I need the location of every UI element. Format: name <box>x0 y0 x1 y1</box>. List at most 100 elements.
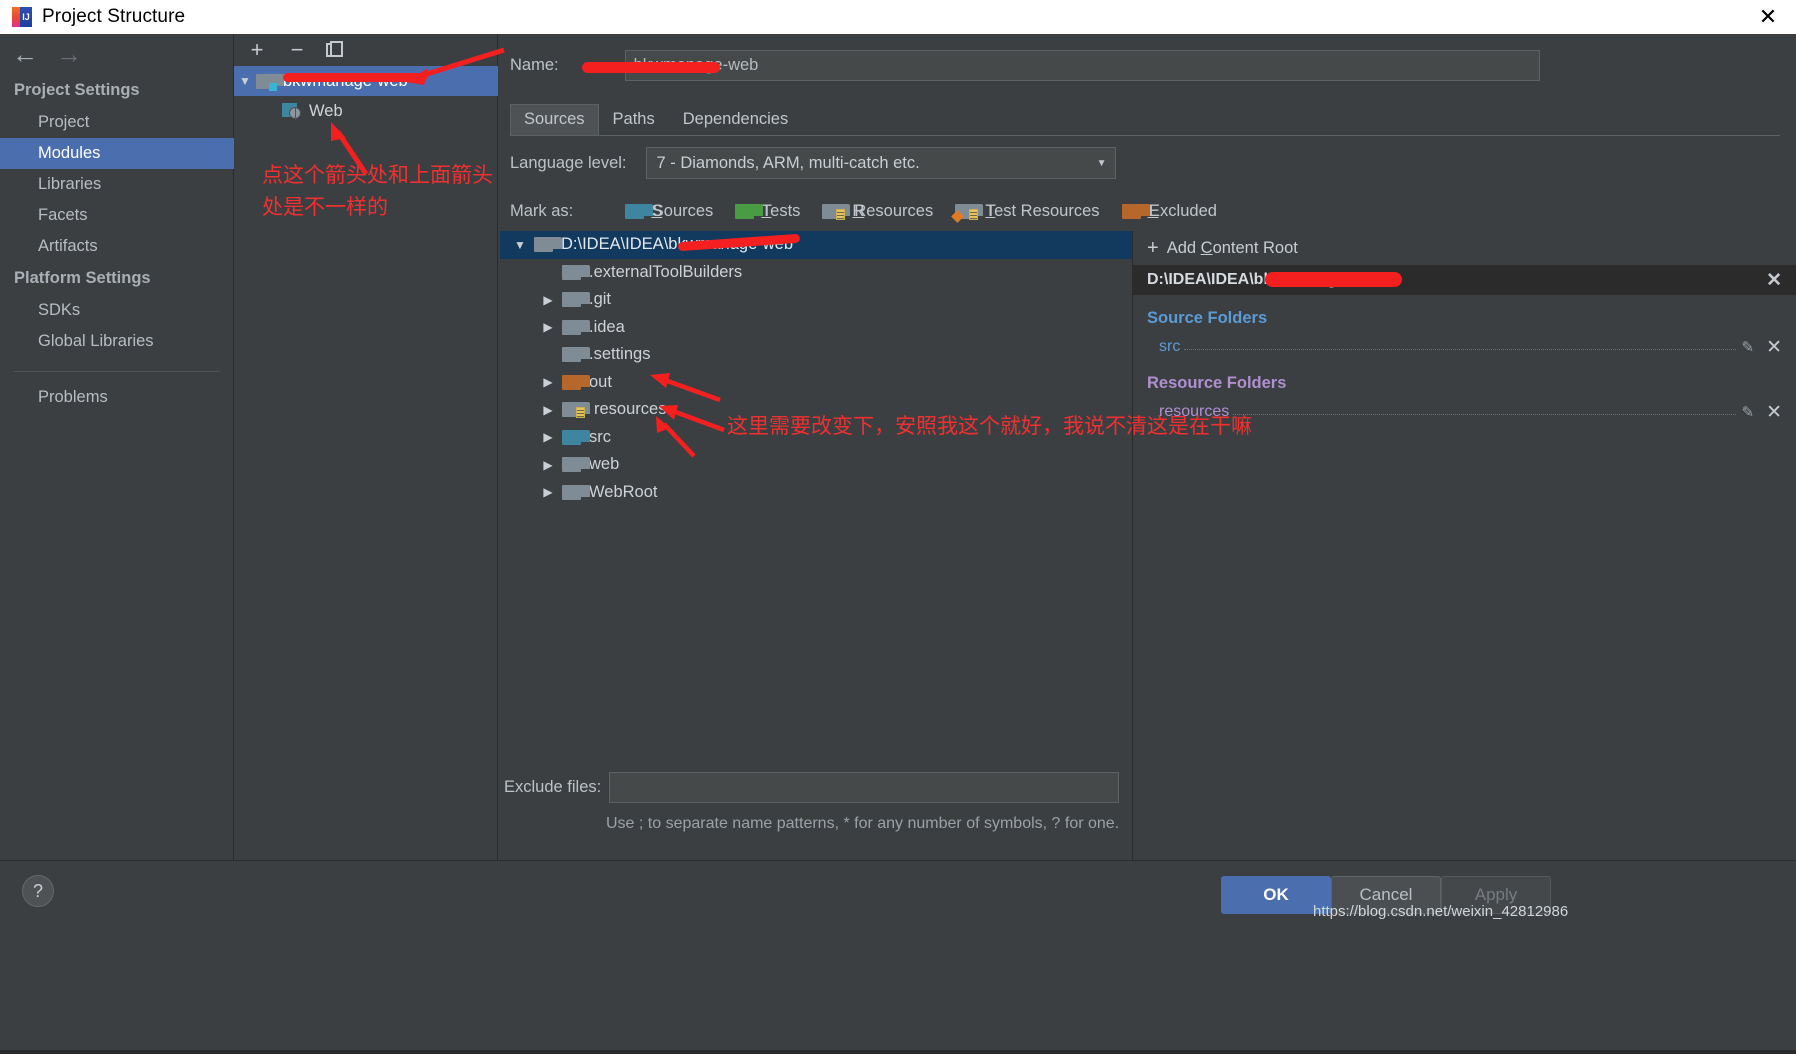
file-tree-row[interactable]: ▶ .git <box>500 286 1132 314</box>
gray-folder-icon <box>562 319 590 335</box>
blue-folder-icon <box>625 204 654 219</box>
file-tree-label: WebRoot <box>589 482 658 501</box>
module-tabs: Sources Paths Dependencies <box>510 104 1780 136</box>
gray-folder-icon <box>562 484 590 500</box>
mark-as-row: Mark as: SSources TTests RResources TTes… <box>510 202 1217 223</box>
mark-as-excluded-label: Excluded <box>1149 202 1217 220</box>
add-content-root-label: ontent Root <box>1212 238 1298 257</box>
exclude-files-hint: Use ; to separate name patterns, * for a… <box>606 815 1120 832</box>
help-button[interactable]: ? <box>22 875 54 907</box>
file-tree-row[interactable]: .externalToolBuilders <box>500 259 1132 287</box>
chevron-down-icon[interactable]: ▼ <box>1097 158 1107 169</box>
copy-module-icon[interactable] <box>326 41 344 59</box>
module-tree-row-root[interactable]: ▼ bkwmanage-web <box>234 66 498 96</box>
collapse-triangle-icon[interactable]: ▶ <box>534 485 562 499</box>
exclude-files-input[interactable] <box>609 772 1120 803</box>
remove-content-root-icon[interactable]: ✕ <box>1766 269 1782 292</box>
file-tree-row[interactable]: ▶ out <box>500 369 1132 397</box>
language-level-select[interactable]: 7 - Diamonds, ARM, multi-catch etc. ▼ <box>645 147 1116 179</box>
bottom-strip <box>0 1050 1796 1054</box>
mark-as-test-resources-button[interactable]: TTest Resources <box>951 202 1100 223</box>
file-tree-label: web <box>589 455 620 474</box>
tab-dependencies[interactable]: Dependencies <box>669 104 803 135</box>
collapse-triangle-icon[interactable]: ▶ <box>534 403 562 417</box>
source-folder-name: src <box>1159 338 1181 355</box>
sidebar-item-project[interactable]: Project <box>0 107 234 138</box>
add-content-root-mnemonic: C <box>1200 238 1213 257</box>
sidebar-item-artifacts[interactable]: Artifacts <box>0 231 234 262</box>
dialog-footer: ? OK Cancel Apply https://blog.csdn.net/… <box>0 860 1796 1054</box>
file-tree-row[interactable]: ▶ .idea <box>500 314 1132 342</box>
gray-folder-icon <box>562 347 590 363</box>
sidebar-item-sdks[interactable]: SDKs <box>0 295 234 326</box>
mark-as-tests-button[interactable]: TTests <box>735 202 800 221</box>
collapse-triangle-icon[interactable]: ▶ <box>534 375 562 389</box>
test-resources-folder-icon <box>951 204 984 223</box>
tab-sources[interactable]: Sources <box>510 104 599 135</box>
language-level-row: Language level: 7 - Diamonds, ARM, multi… <box>510 147 1116 179</box>
name-input[interactable]: bkwmanage-web <box>624 50 1540 81</box>
close-icon[interactable]: ✕ <box>1740 0 1796 34</box>
expand-triangle-icon[interactable]: ▼ <box>234 74 256 88</box>
source-folders-title: Source Folders <box>1147 309 1268 327</box>
collapse-triangle-icon[interactable]: ▶ <box>534 293 562 307</box>
language-level-value: 7 - Diamonds, ARM, multi-catch etc. <box>656 153 920 172</box>
sidebar-divider <box>14 371 220 372</box>
sidebar-heading-project-settings: Project Settings <box>14 81 140 99</box>
modules-tree: ▼ bkwmanage-web Web <box>234 66 498 126</box>
navigation-arrows: ← → <box>0 34 234 74</box>
source-folder-entry[interactable]: src ✎ ✕ <box>1133 334 1796 360</box>
gray-folder-icon <box>562 264 590 280</box>
pencil-icon[interactable]: ✎ <box>1742 338 1755 356</box>
module-folder-icon <box>256 73 284 91</box>
pencil-icon[interactable]: ✎ <box>1742 403 1755 421</box>
sidebar-item-global-libraries[interactable]: Global Libraries <box>0 326 234 357</box>
tab-paths[interactable]: Paths <box>599 104 669 135</box>
resources-folder-icon <box>822 204 851 220</box>
project-structure-dialog: IJ Project Structure ✕ ← → Project Setti… <box>0 0 1796 1054</box>
gray-folder-icon <box>562 292 590 308</box>
add-content-root-button[interactable]: + Add Content Root <box>1133 231 1796 265</box>
leader-dots <box>1184 338 1736 350</box>
mark-as-sources-label: Sources <box>652 202 714 220</box>
module-editor-panel: Name: bkwmanage-web Sources Paths Depend… <box>498 34 1796 860</box>
file-tree-row[interactable]: ▶ resources <box>500 396 1132 424</box>
add-module-button[interactable]: + <box>246 39 268 61</box>
resource-folder-entry[interactable]: resources ✎ ✕ <box>1133 399 1796 425</box>
collapse-triangle-icon[interactable]: ▶ <box>534 430 562 444</box>
content-root-header[interactable]: D:\IDEA\IDEA\bkwmanage-web ✕ <box>1133 265 1796 295</box>
collapse-triangle-icon[interactable]: ▶ <box>534 320 562 334</box>
sidebar-item-modules[interactable]: Modules <box>0 138 234 169</box>
blue-folder-icon <box>562 429 590 445</box>
mark-as-excluded-button[interactable]: EExcluded <box>1121 202 1217 221</box>
module-tree-row-web[interactable]: Web <box>234 96 498 126</box>
mark-as-options: SSources TTests RResources TTest Resourc… <box>625 202 1217 223</box>
mark-as-sources-button[interactable]: SSources <box>625 202 713 221</box>
sidebar-item-libraries[interactable]: Libraries <box>0 169 234 200</box>
file-tree-label: src <box>589 427 611 446</box>
remove-module-button[interactable]: − <box>286 39 308 61</box>
exclude-files-label: Exclude files: <box>504 778 602 796</box>
modules-column: + − ▼ bkwmanage-web Web <box>234 34 498 860</box>
sidebar-list: Project Settings Project Modules Librari… <box>0 74 234 413</box>
file-tree-label: .externalToolBuilders <box>589 262 743 281</box>
file-tree-row[interactable]: ▶ WebRoot <box>500 479 1132 507</box>
modules-toolbar: + − <box>234 34 498 66</box>
file-tree-row[interactable]: .settings <box>500 341 1132 369</box>
sidebar-item-problems[interactable]: Problems <box>0 382 234 413</box>
collapse-triangle-icon[interactable]: ▶ <box>534 458 562 472</box>
file-tree-row-root[interactable]: ▼ D:\IDEA\IDEA\bkwmanage-web <box>500 231 1132 259</box>
orange-folder-icon <box>562 374 590 390</box>
remove-resource-folder-icon[interactable]: ✕ <box>1766 401 1782 424</box>
forward-arrow-icon[interactable]: → <box>56 41 82 67</box>
remove-source-folder-icon[interactable]: ✕ <box>1766 336 1782 359</box>
sidebar-item-facets[interactable]: Facets <box>0 200 234 231</box>
resource-folder-name: resources <box>1159 403 1230 420</box>
expand-triangle-icon[interactable]: ▼ <box>506 238 534 252</box>
mark-as-resources-button[interactable]: RResources <box>822 202 933 221</box>
file-tree-row[interactable]: ▶ web <box>500 451 1132 479</box>
file-tree-row[interactable]: ▶ src <box>500 424 1132 452</box>
gray-folder-icon <box>534 237 562 253</box>
plus-icon: + <box>1147 236 1159 259</box>
back-arrow-icon[interactable]: ← <box>12 41 38 67</box>
